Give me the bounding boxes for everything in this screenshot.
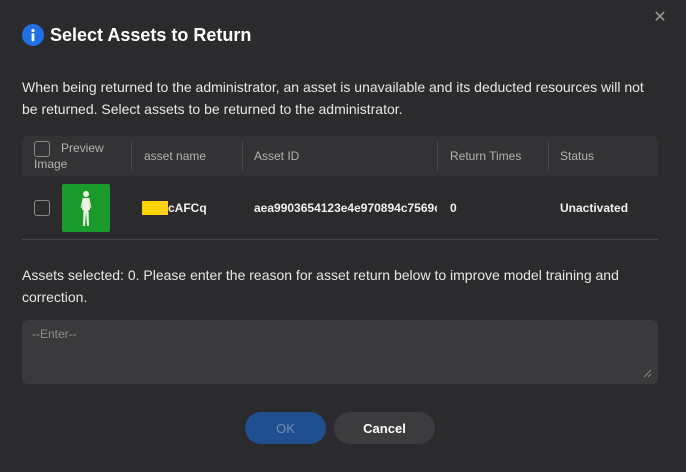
column-divider [242,142,243,170]
status-cell: Unactivated [560,176,628,240]
asset-preview-thumbnail[interactable] [62,184,110,232]
selection-message: Assets selected: 0. Please enter the rea… [22,267,619,305]
column-preview-label-line2: Image [34,157,68,171]
table-row[interactable]: cAFCq aea9903654123e4e970894c7569c 0 Una… [22,176,658,240]
asset-name-cell: cAFCq [142,176,207,240]
dialog-description: When being returned to the administrator… [22,79,644,117]
info-icon [22,24,44,46]
return-times-cell: 0 [450,176,457,240]
dialog-header: Select Assets to Return [22,24,251,46]
column-return-times-label: Return Times [450,149,522,163]
cancel-button[interactable]: Cancel [334,412,435,444]
column-divider [437,142,438,170]
column-asset-name-label: asset name [144,149,207,163]
ok-button[interactable]: OK [245,412,326,444]
close-icon[interactable]: ✕ [652,10,668,26]
return-assets-dialog: ✕ Select Assets to Return When being ret… [0,0,686,472]
table-header: Preview Image asset name Asset ID Return… [22,136,658,176]
column-status-label: Status [560,149,595,163]
column-preview-label-line1: Preview [61,141,104,155]
column-asset-id[interactable]: Asset ID [242,136,437,176]
status-value: Unactivated [560,201,629,215]
column-asset-name[interactable]: asset name [131,136,241,176]
return-times-value: 0 [450,201,457,215]
resize-handle-icon[interactable] [642,368,652,378]
row-checkbox[interactable] [34,200,50,216]
dialog-title: Select Assets to Return [50,24,252,45]
assets-table: Preview Image asset name Asset ID Return… [22,136,658,240]
column-divider [548,142,549,170]
column-preview-image: Preview Image [34,136,134,176]
asset-id-value: aea9903654123e4e970894c7569c [254,201,437,215]
column-return-times[interactable]: Return Times [437,136,547,176]
select-all-checkbox[interactable] [34,141,50,157]
asset-id-cell: aea9903654123e4e970894c7569c [254,176,437,240]
return-reason-input[interactable] [22,320,658,384]
redaction-mark [142,201,168,215]
column-status[interactable]: Status [548,136,658,176]
asset-name-value: cAFCq [168,201,207,215]
column-asset-id-label: Asset ID [254,149,300,163]
column-divider [131,142,132,170]
